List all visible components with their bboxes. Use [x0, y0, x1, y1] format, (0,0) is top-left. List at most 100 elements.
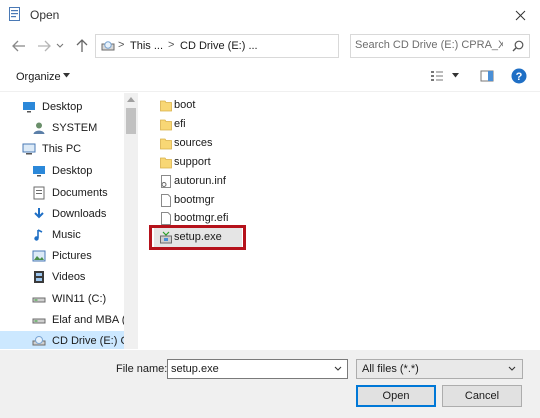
nav-item-this-pc[interactable]: This PC	[0, 139, 124, 160]
nav-item-music[interactable]: Music	[0, 225, 124, 246]
drive-icon	[32, 313, 46, 327]
file-item-sources[interactable]: sources	[154, 134, 274, 153]
nav-item-label: Downloads	[52, 208, 107, 220]
recent-locations-button[interactable]	[54, 36, 66, 56]
search-box[interactable]	[350, 34, 530, 58]
up-button[interactable]	[72, 36, 92, 56]
file-icon	[160, 193, 172, 207]
music-note-icon	[32, 228, 46, 242]
folder-icon	[160, 156, 172, 169]
nav-pane-scrollbar[interactable]	[124, 93, 138, 349]
chevron-down-icon	[56, 43, 64, 48]
nav-item-cd-drive-e-c[interactable]: CD Drive (E:) C	[0, 331, 128, 349]
breadcrumb-separator: >	[118, 39, 125, 51]
documents-icon	[32, 186, 46, 200]
nav-item-label: Videos	[52, 271, 86, 283]
view-options-button[interactable]	[452, 73, 459, 78]
file-name: efi	[174, 117, 186, 130]
arrow-up-icon	[76, 39, 88, 52]
dialog-footer: File name: All files (*.*) Open Cancel	[0, 350, 540, 418]
forward-button[interactable]	[34, 36, 54, 56]
change-view-button[interactable]	[430, 69, 444, 83]
file-name: bootmgr	[174, 193, 215, 206]
breadcrumb-cd-drive[interactable]: CD Drive (E:) ...	[180, 40, 258, 52]
window-title: Open	[30, 8, 60, 22]
preview-pane-icon	[480, 70, 494, 82]
nav-item-label: Pictures	[52, 250, 92, 262]
help-button[interactable]: ?	[511, 68, 527, 84]
file-list: boot efi sources support autorun.inf bootmgr b…	[140, 93, 540, 349]
help-icon: ?	[511, 68, 527, 84]
nav-item-label: SYSTEM	[52, 122, 98, 134]
nav-item-label: Desktop	[52, 165, 93, 177]
nav-item-downloads[interactable]: Downloads	[0, 204, 124, 225]
user-icon	[32, 121, 46, 135]
caret-down-icon	[63, 73, 70, 78]
nav-item-documents[interactable]: Documents	[0, 183, 124, 204]
caret-down-icon	[452, 73, 459, 78]
nav-item-label: WIN11 (C:)	[52, 293, 107, 305]
nav-item-label: Documents	[52, 187, 108, 199]
svg-text:?: ?	[516, 71, 523, 83]
nav-item-win11-c[interactable]: WIN11 (C:)	[0, 289, 124, 310]
cd-drive-icon	[101, 41, 115, 51]
chevron-down-icon	[508, 366, 516, 371]
file-item-support[interactable]: support	[154, 153, 274, 172]
search-icon	[512, 40, 524, 52]
preview-pane-button[interactable]	[480, 69, 494, 83]
file-name: autorun.inf	[174, 174, 226, 187]
file-name-field[interactable]	[167, 359, 348, 379]
scrollbar-thumb[interactable]	[126, 108, 136, 134]
organize-button[interactable]: Organize	[16, 71, 61, 83]
nav-item-label: Music	[52, 229, 81, 241]
title-bar: Open	[0, 0, 540, 30]
setup-exe-highlight	[149, 225, 246, 250]
file-name-label: File name:	[116, 363, 168, 375]
navigation-pane: Desktop SYSTEM This PC Desktop Documents Down…	[0, 93, 138, 349]
nav-item-system[interactable]: SYSTEM	[0, 118, 124, 139]
file-name: sources	[174, 136, 213, 149]
nav-item-label: Elaf and MBA (	[52, 314, 126, 326]
scroll-up-icon[interactable]	[127, 97, 135, 102]
chevron-down-icon[interactable]	[334, 366, 342, 372]
drive-icon	[32, 292, 46, 306]
arrow-left-icon	[12, 40, 25, 52]
nav-item-elaf-and-mba[interactable]: Elaf and MBA (	[0, 310, 126, 331]
file-type-value: All files (*.*)	[362, 363, 419, 375]
file-name-input[interactable]	[171, 363, 331, 375]
file-name: boot	[174, 99, 196, 111]
command-bar: Organize ?	[0, 62, 540, 92]
file-item-efi[interactable]: efi	[154, 115, 274, 134]
cancel-button[interactable]: Cancel	[442, 385, 522, 407]
breadcrumb-this-pc[interactable]: This ...	[130, 40, 163, 52]
app-document-icon	[9, 7, 20, 21]
download-arrow-icon	[32, 207, 46, 221]
nav-item-desktop[interactable]: Desktop	[0, 97, 124, 118]
folder-icon	[160, 137, 172, 150]
nav-item-label: Desktop	[42, 101, 83, 113]
file-item-bootmgr[interactable]: bootmgr	[154, 191, 274, 210]
file-item-boot[interactable]: boot	[154, 96, 274, 115]
breadcrumb-separator: >	[168, 39, 175, 51]
open-button[interactable]: Open	[356, 385, 436, 407]
search-input[interactable]	[355, 39, 503, 51]
file-type-select[interactable]: All files (*.*)	[356, 359, 523, 379]
nav-item-videos[interactable]: Videos	[0, 267, 124, 288]
file-icon	[160, 212, 172, 226]
nav-item-label: This PC	[42, 143, 82, 155]
film-icon	[32, 270, 46, 284]
details-view-icon	[431, 71, 443, 81]
back-button[interactable]	[9, 36, 29, 56]
arrow-right-icon	[38, 40, 51, 52]
nav-item-pictures[interactable]: Pictures	[0, 246, 124, 267]
file-name: bootmgr.efi	[174, 212, 229, 225]
computer-icon	[22, 142, 36, 156]
file-name: support	[174, 155, 211, 168]
close-button[interactable]	[500, 0, 540, 30]
desktop-blue-icon	[32, 164, 46, 178]
address-bar[interactable]: > This ... > CD Drive (E:) ...	[95, 34, 427, 58]
settings-file-icon	[160, 174, 172, 188]
folder-icon	[160, 99, 172, 112]
file-item-autorun-inf[interactable]: autorun.inf	[154, 172, 274, 191]
nav-item-desktop[interactable]: Desktop	[0, 161, 124, 182]
